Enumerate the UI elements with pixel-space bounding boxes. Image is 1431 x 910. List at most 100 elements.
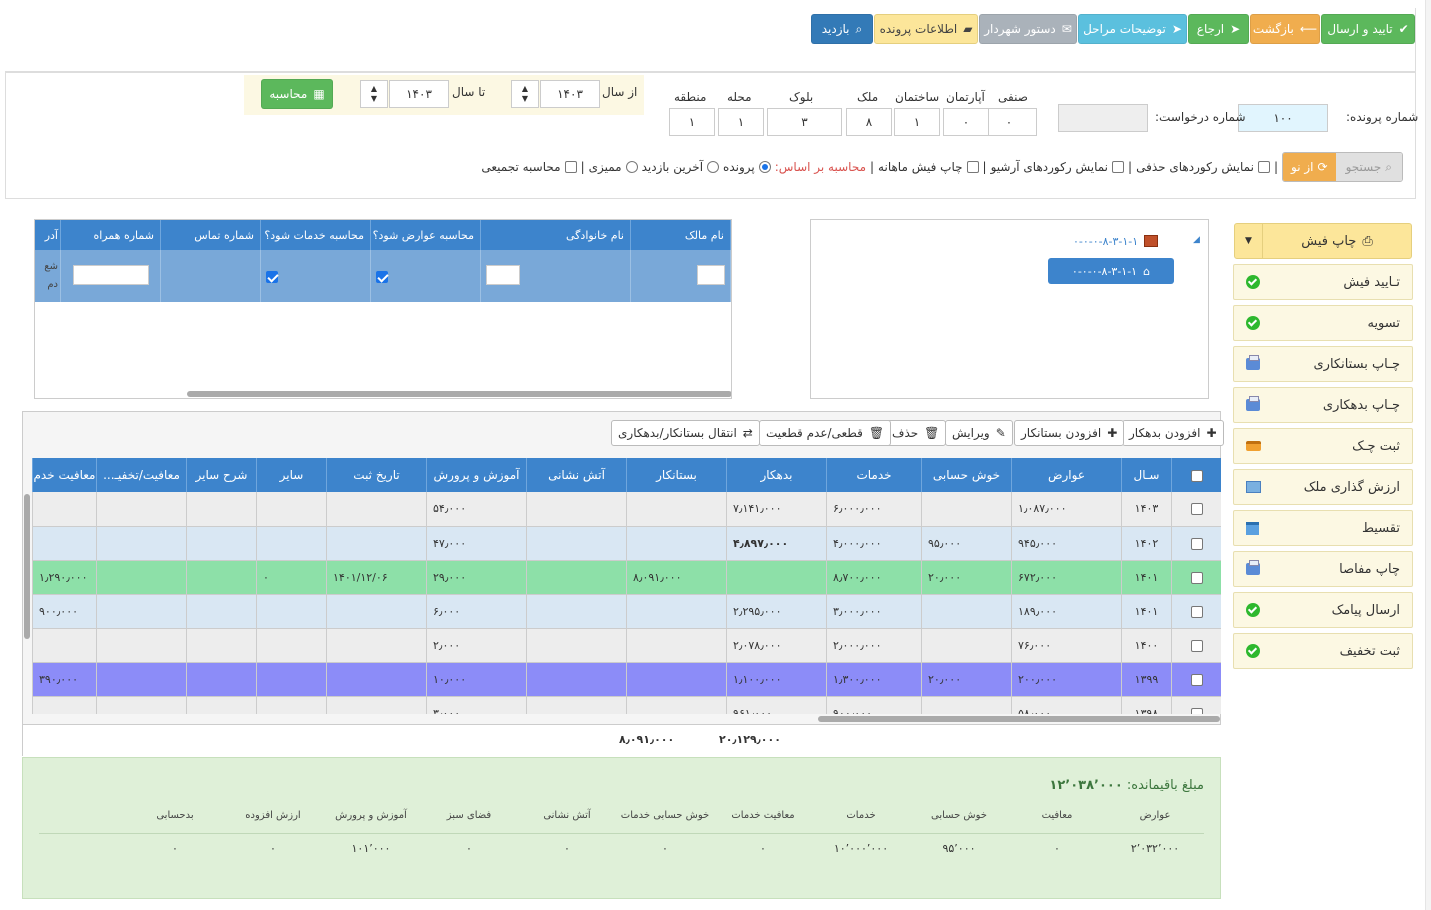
row-checkbox[interactable] — [1190, 503, 1203, 516]
grid-cell — [32, 628, 97, 663]
code-input-building[interactable]: ۱ — [894, 108, 940, 136]
owner-name-header: نام مالک — [630, 220, 731, 250]
search-button[interactable]: ⌕ جستجو — [1335, 153, 1402, 181]
row-select-cell — [1171, 492, 1221, 527]
row-checkbox[interactable] — [1190, 707, 1203, 714]
row-select-cell — [1171, 526, 1221, 561]
monthly-receipt-label: چاپ فیش ماهانه — [878, 160, 963, 174]
visit-button[interactable]: ⌕ بازدید — [811, 14, 873, 44]
print-receipt-button[interactable]: ⎙ چاپ فیش — [1263, 224, 1411, 258]
row-checkbox[interactable] — [1190, 673, 1203, 686]
from-year-input[interactable]: ۱۴۰۳ — [540, 80, 600, 108]
owner-name-input[interactable] — [697, 264, 725, 285]
grid-cell — [526, 526, 627, 561]
calculate-button[interactable]: ▦ محاسبه — [261, 79, 333, 109]
code-input-zone[interactable]: ۱ — [669, 108, 715, 136]
transfer-button[interactable]: ⇄ انتقال بستانکار/بدهکاری — [611, 420, 760, 446]
calc-duties-checkbox[interactable] — [376, 270, 388, 283]
row-select-cell — [1171, 628, 1221, 663]
page-scrollbar[interactable] — [1425, 0, 1431, 910]
grid-cell — [96, 696, 187, 714]
grid-cell — [326, 492, 427, 527]
grid-cell: ۷۶٫۰۰۰ — [1011, 628, 1122, 663]
side-menu-item[interactable]: ثبت چـک — [1233, 428, 1413, 464]
calc-services-checkbox[interactable] — [266, 270, 278, 283]
grid-cell — [526, 696, 627, 714]
select-all-checkbox[interactable] — [1190, 469, 1203, 482]
print-receipt-dropdown[interactable]: ▼ — [1235, 224, 1263, 258]
add-debtor-button[interactable]: ✚ افزودن بدهکار — [1122, 420, 1224, 446]
row-checkbox[interactable] — [1190, 571, 1203, 584]
request-number-input[interactable] — [1058, 104, 1148, 132]
summary-header: خوش حسابی خدمات — [620, 810, 710, 821]
mobile-input[interactable] — [72, 264, 149, 285]
tree-child-node[interactable]: ⌂ ۰-۰-۰-۸-۳-۱-۱ — [1048, 258, 1174, 284]
side-menu-item[interactable]: ثبت تخفیف — [1233, 633, 1413, 669]
grid-row[interactable]: ۱۴۰۲ ۹۴۵٫۰۰۰ ۹۵٫۰۰۰ ۴٫۰۰۰٫۰۰۰ ۴٫۸۹۷٫۰۰۰ ۴۷٫۰۰… — [32, 526, 1221, 561]
grid-vscrollbar[interactable] — [24, 494, 30, 639]
step-notes-button[interactable]: ➤ توضیحات مراحل — [1078, 14, 1187, 44]
tree-root-node[interactable]: ۰-۰-۰-۸-۳-۱-۱ — [1073, 235, 1159, 248]
tree-toggle-icon[interactable]: ◢ — [1193, 235, 1200, 245]
grid-cell: ۹۵٫۰۰۰ — [921, 526, 1012, 561]
back-button[interactable]: ⟵ بازگشت — [1250, 14, 1320, 44]
to-year-input[interactable]: ۱۴۰۳ — [389, 80, 449, 108]
side-menu-item[interactable]: چاپ مفاصا — [1233, 551, 1413, 587]
owners-hscrollbar[interactable] — [187, 391, 731, 397]
to-year-stepper[interactable]: ▲ ▼ — [360, 80, 388, 108]
plus-icon: ✚ — [1206, 426, 1217, 440]
add-creditor-button[interactable]: ✚ افزودن بستانکار — [1014, 420, 1125, 446]
auditor-radio[interactable] — [625, 161, 638, 173]
confirm-send-button[interactable]: ✔ تایید و ارسال — [1321, 14, 1415, 44]
edit-button[interactable]: ✎ ویرایش — [945, 420, 1013, 446]
grid-row[interactable]: ۱۴۰۰ ۷۶٫۰۰۰ ۲٫۰۰۰٫۰۰۰ ۲٫۰۷۸٫۰۰۰ ۲٫۰۰۰ — [32, 628, 1221, 663]
grid-row[interactable]: ۱۴۰۳ ۱٫۰۸۷٫۰۰۰ ۶٫۰۰۰٫۰۰۰ ۷٫۱۴۱٫۰۰۰ ۵۴٫۰۰۰ — [32, 492, 1221, 527]
row-checkbox[interactable] — [1190, 537, 1203, 550]
show-deleted-checkbox[interactable] — [1257, 161, 1270, 173]
delete-label: حذف — [892, 426, 919, 440]
grid-cell — [186, 526, 257, 561]
code-input-senfi[interactable]: ۰ — [981, 108, 1037, 136]
refer-button[interactable]: ➤ ارجاع — [1188, 14, 1249, 44]
from-year-stepper[interactable]: ▲ ▼ — [511, 80, 539, 108]
phone-header: شماره تماس — [160, 220, 261, 250]
side-menu-item[interactable]: ارزش گذاری ملک — [1233, 469, 1413, 505]
finalize-button[interactable]: 🗑 قطعی/عدم قطعیت — [759, 420, 892, 446]
grid-row[interactable]: ۱۳۹۸ ۵۸٫۰۰۰ ۹۰۰٫۰۰۰ ۹۶۱٫۰۰۰ ۳٫۰۰۰ — [32, 696, 1221, 714]
side-menu-item[interactable]: تسویه — [1233, 305, 1413, 341]
code-input-property[interactable]: ۸ — [846, 108, 892, 136]
grid-hscrollbar[interactable] — [818, 716, 1220, 722]
side-menu-item[interactable]: تـایید فیش — [1233, 264, 1413, 300]
delete-button[interactable]: 🗑 حذف — [885, 420, 947, 446]
code-input-apartment[interactable]: ۰ — [943, 108, 989, 136]
side-menu-item[interactable]: چـاپ بستانکاری — [1233, 346, 1413, 382]
side-menu-item[interactable]: تقسیط — [1233, 510, 1413, 546]
aggregate-calc-checkbox[interactable] — [564, 161, 577, 173]
code-input-neighborhood[interactable]: ۱ — [718, 108, 764, 136]
side-menu-item[interactable]: چـاپ بدهکاری — [1233, 387, 1413, 423]
row-checkbox[interactable] — [1190, 605, 1203, 618]
separator: | — [870, 160, 875, 174]
grid-header-2: خوش حسابی — [921, 458, 1012, 492]
mayor-order-button[interactable]: ✉ دستور شهردار — [979, 14, 1077, 44]
last-visit-radio[interactable] — [707, 161, 720, 173]
caret-down-icon: ▼ — [370, 94, 378, 103]
grid-row[interactable]: ۱۴۰۱ ۱۸۹٫۰۰۰ ۳٫۰۰۰٫۰۰۰ ۲٫۲۹۵٫۰۰۰ ۶٫۰۰۰ ۹۰۰٫۰۰… — [32, 594, 1221, 629]
file-radio[interactable] — [758, 161, 771, 173]
grid-row[interactable]: ۱۳۹۹ ۲۰۰٫۰۰۰ ۲۰٫۰۰۰ ۱٫۳۰۰٫۰۰۰ ۱٫۱۰۰٫۰۰۰ ۱۰٫۰۰… — [32, 662, 1221, 697]
row-checkbox[interactable] — [1190, 639, 1203, 652]
grid-cell — [626, 594, 727, 629]
owner-family-input[interactable] — [486, 264, 520, 285]
file-info-button[interactable]: ▰ اطلاعات پرونده — [874, 14, 978, 44]
monthly-receipt-checkbox[interactable] — [966, 161, 979, 173]
show-archive-checkbox[interactable] — [1112, 161, 1125, 173]
refresh-button[interactable]: ⟳ از نو — [1283, 153, 1336, 181]
home-icon: ⌂ — [1143, 264, 1151, 278]
grid-header-11: معافیت/تخفیـ... — [96, 458, 187, 492]
side-menu-item[interactable]: ارسال پیامک — [1233, 592, 1413, 628]
grid-cell — [256, 628, 327, 663]
grid-row[interactable]: ۱۴۰۱ ۶۷۲٫۰۰۰ ۲۰٫۰۰۰ ۸٫۷۰۰٫۰۰۰ ۸٫۰۹۱٫۰۰۰ ۲۹٫۰۰… — [32, 560, 1221, 595]
code-input-block[interactable]: ۳ — [767, 108, 842, 136]
file-number-input[interactable]: ۱۰۰ — [1238, 104, 1328, 132]
owner-family-header: نام خانوادگی — [480, 220, 631, 250]
